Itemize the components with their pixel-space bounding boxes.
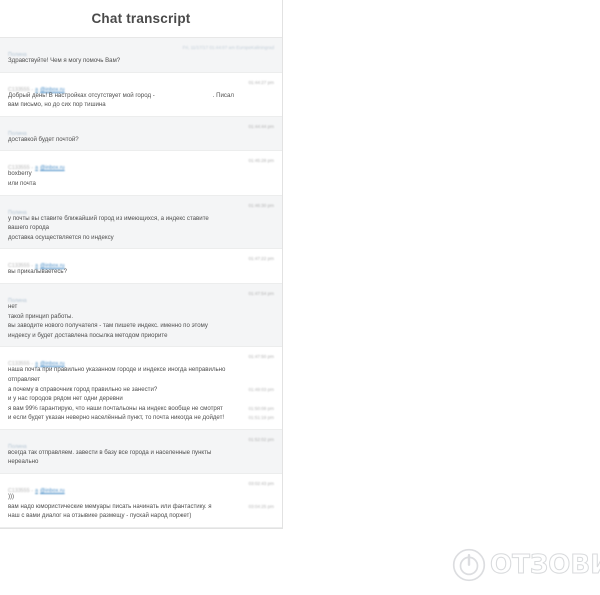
message-meta: C133555 - a @inbox.ru 01:47:22 pm	[8, 254, 274, 269]
message-text: boxberry	[8, 170, 32, 178]
message-line: наша почта при правильно указанном город…	[8, 365, 274, 375]
line-timestamp: 01:49:03 pm	[248, 386, 274, 392]
transcript-header: Chat transcript	[0, 0, 282, 38]
message-line: Добрый день! В настройках отсутствует мо…	[8, 91, 274, 101]
message-text: и у нас городов рядом нет одни деревни	[8, 395, 123, 403]
message-timestamp: 01:47:22 pm	[248, 256, 274, 262]
message-timestamp: 01:46:30 pm	[248, 202, 274, 208]
message-text: вы заводите нового получателя - там пише…	[8, 322, 208, 330]
message-line: доставкой будет почтой?	[8, 135, 274, 145]
message-text: доставкой будет почтой?	[8, 135, 79, 143]
message-timestamp: 01:52:02 pm	[248, 436, 274, 442]
message-line: )))	[8, 492, 274, 502]
message-timestamp: 01:47:54 pm	[248, 290, 274, 296]
message-text: всегда так отправляем. завести в базу вс…	[8, 448, 212, 456]
message-client: C133555 - a @inbox.ru 03:02:43 pm))) вам над…	[0, 474, 282, 528]
message-line: и у нас городов рядом нет одни деревни	[8, 394, 274, 404]
line-timestamp: 03:04:25 pm	[248, 503, 274, 509]
message-text: такой принцип работы.	[8, 312, 74, 320]
message-meta: Полина 01:44:44 pm	[8, 122, 274, 137]
message-text-continued: . Писал	[212, 91, 234, 99]
message-agent: Полина Fri, 11/17/17 01:44:07 am EuropeKa…	[0, 38, 282, 73]
message-line: отправляет	[8, 375, 274, 385]
message-meta: C133555 - a @inbox.ru 03:02:43 pm	[8, 479, 274, 494]
message-line: boxberry	[8, 169, 274, 179]
message-line: или почта	[8, 179, 274, 189]
messages-list: Полина Fri, 11/17/17 01:44:07 am EuropeKa…	[0, 38, 282, 528]
message-timestamp: 03:02:43 pm	[248, 481, 274, 487]
message-client: C133555 - a @inbox.ru 01:47:50 pm наша почта…	[0, 347, 282, 430]
message-text: а почему в справочник город правильно не…	[8, 385, 158, 393]
message-text: )))	[8, 493, 15, 501]
message-line: такой принцип работы.	[8, 312, 274, 322]
message-line: наш с вами диалог на отзывике размещу - …	[8, 511, 274, 521]
message-agent: Полина 01:44:44 pm доставкой будет почтой?	[0, 116, 282, 152]
message-agent: Полина 01:52:02 pm всегда так отправляем. …	[0, 429, 282, 475]
message-meta: Полина 01:52:02 pm	[8, 435, 274, 450]
message-meta: C133555 - a @inbox.ru 01:45:28 pm	[8, 156, 274, 171]
message-text: я вам 99% гарантирую, что наши почтальон…	[8, 404, 223, 412]
message-text: вы прикалываетесь?	[8, 268, 67, 276]
message-text: доставка осуществляется по индексу	[8, 233, 114, 241]
message-line: вам надо юмористические мемуары писать н…	[8, 502, 274, 512]
message-meta: Полина 01:47:54 pm	[8, 289, 274, 304]
watermark-text: ОТЗОВИК	[489, 550, 600, 581]
line-timestamp: 01:51:19 pm	[248, 415, 274, 421]
message-meta: Полина 01:46:30 pm	[8, 201, 274, 216]
message-timestamp: 01:45:28 pm	[248, 158, 274, 164]
message-line: я вам 99% гарантирую, что наши почтальон…	[8, 404, 274, 414]
chat-transcript-panel: Chat transcript Полина Fri, 11/17/17 01:4…	[0, 0, 283, 529]
message-timestamp: 01:44:44 pm	[248, 123, 274, 129]
message-line: а почему в справочник город правильно не…	[8, 385, 274, 395]
message-text: вам письмо, но до сих пор тишина	[8, 101, 106, 109]
message-agent: Полина 01:46:30 pm у почты вы ставите ближ…	[0, 195, 282, 250]
message-text: вам надо юмористические мемуары писать н…	[8, 502, 212, 510]
message-client: C133555 - a @inbox.ru 01:44:27 pm Добрый ден…	[0, 72, 282, 117]
message-line: вашего города	[8, 223, 274, 233]
message-line: у почты вы ставите ближайший город из им…	[8, 214, 274, 224]
message-line: вы заводите нового получателя - там пише…	[8, 321, 274, 331]
message-text: нет	[8, 302, 18, 310]
message-timestamp: 01:47:50 pm	[248, 354, 274, 360]
message-text: или почта	[8, 179, 36, 187]
message-text: наша почта при правильно указанном город…	[8, 366, 226, 374]
power-circle-icon	[452, 548, 486, 582]
message-meta: C133555 - a @inbox.ru 01:44:27 pm	[8, 78, 274, 93]
line-timestamp: 01:50:08 pm	[248, 405, 274, 411]
message-text: у почты вы ставите ближайший город из им…	[8, 214, 209, 222]
message-text: и если будет указан неверно населённый п…	[8, 414, 225, 422]
message-timestamp: 01:44:27 pm	[248, 79, 274, 85]
message-line: индексу и будет доставлена посылка метод…	[8, 331, 274, 341]
message-timestamp: Fri, 11/17/17 01:44:07 am EuropeKalining…	[182, 45, 274, 50]
watermark: ОТЗОВИК	[452, 548, 600, 582]
message-text: Здравствуйте! Чем я могу помочь Вам?	[8, 57, 121, 64]
message-line: всегда так отправляем. завести в базу вс…	[8, 448, 274, 458]
message-client: C133555 - a @inbox.ru 01:47:22 pm вы прикалы…	[0, 249, 282, 284]
message-line: доставка осуществляется по индексу	[8, 233, 274, 243]
message-line: вы прикалываетесь?	[8, 267, 274, 277]
message-text: наш с вами диалог на отзывике размещу - …	[8, 512, 192, 520]
message-client: C133555 - a @inbox.ru 01:45:28 pm boxberry ил…	[0, 151, 282, 196]
message-text: вашего города	[8, 224, 50, 232]
message-meta: Полина Fri, 11/17/17 01:44:07 am EuropeKa…	[8, 43, 274, 58]
message-line: и если будет указан неверно населённый п…	[8, 413, 274, 423]
message-line: вам письмо, но до сих пор тишина	[8, 100, 274, 110]
message-text: отправляет	[8, 375, 41, 383]
message-agent: Полина 01:47:54 pm нет такой принцип работы…	[0, 283, 282, 348]
message-text: нереально	[8, 458, 39, 466]
message-text: Добрый день! В настройках отсутствует мо…	[8, 91, 155, 99]
page-title: Chat transcript	[91, 11, 191, 26]
message-text: индексу и будет доставлена посылка метод…	[8, 331, 168, 339]
message-line: нет	[8, 302, 274, 312]
message-line: нереально	[8, 457, 274, 467]
message-line: Здравствуйте! Чем я могу помочь Вам?	[8, 56, 274, 66]
message-meta: C133555 - a @inbox.ru 01:47:50 pm	[8, 352, 274, 367]
